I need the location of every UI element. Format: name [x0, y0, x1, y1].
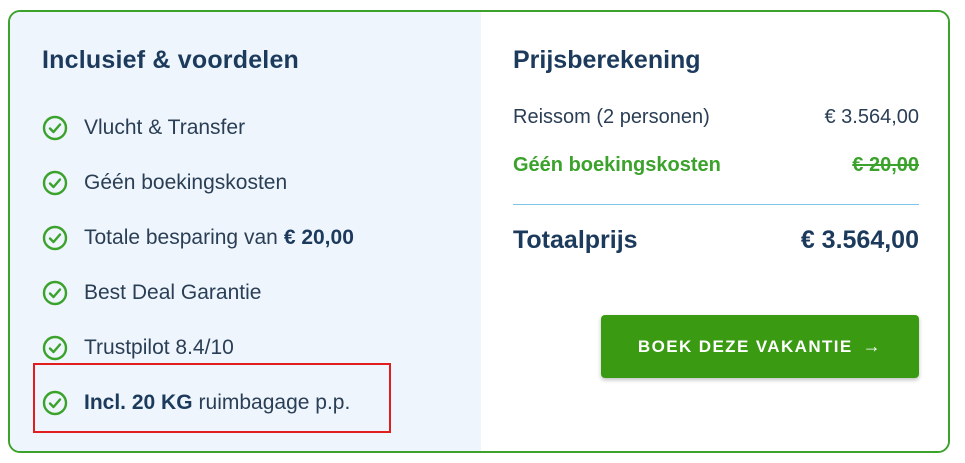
travel-sum-value: € 3.564,00 [824, 106, 919, 128]
check-circle-icon [42, 280, 68, 305]
arrow-right-icon: → [862, 336, 883, 356]
total-price-label: Totaalprijs [513, 226, 638, 254]
benefit-text: Géén boekingskosten [84, 170, 288, 194]
travel-sum-row: Reissom (2 personen) € 3.564,00 [513, 106, 919, 129]
savings-amount: € 20,00 [283, 225, 354, 249]
baggage-highlight-box [33, 363, 391, 433]
check-circle-icon [42, 115, 68, 140]
price-calculation-panel: Prijsberekening Reissom (2 personen) € 3… [481, 12, 948, 451]
price-summary-card: Inclusief & voordelen Vlucht & Transfer … [8, 10, 950, 453]
booking-fee-value: € 20,00 [852, 154, 919, 176]
book-vacation-button[interactable]: BOEK DEZE VAKANTIE → [601, 315, 919, 378]
check-circle-icon [42, 170, 68, 195]
benefit-text: Vlucht & Transfer [84, 115, 246, 139]
price-divider [513, 204, 919, 205]
total-price-value: € 3.564,00 [800, 226, 919, 254]
travel-sum-label: Reissom (2 personen) [513, 106, 710, 128]
price-calculation-title: Prijsberekening [513, 46, 701, 74]
booking-fee-label: Géén boekingskosten [513, 154, 721, 176]
benefit-text: Best Deal Garantie [84, 280, 262, 304]
total-price-row: Totaalprijs € 3.564,00 [513, 226, 919, 255]
check-circle-icon [42, 225, 68, 250]
booking-fee-row: Géén boekingskosten € 20,00 [513, 154, 919, 177]
inclusions-panel: Inclusief & voordelen Vlucht & Transfer … [10, 12, 481, 451]
benefit-item-best-deal: Best Deal Garantie [42, 265, 354, 320]
benefit-text: Trustpilot 8.4/10 [84, 335, 234, 359]
inclusions-title: Inclusief & voordelen [42, 46, 300, 74]
benefit-item-total-savings: Totale besparing van € 20,00 [42, 210, 354, 265]
benefit-item-no-booking-fees: Géén boekingskosten [42, 155, 354, 210]
benefit-text: Totale besparing van [84, 225, 278, 249]
check-circle-icon [42, 335, 68, 360]
book-button-label: BOEK DEZE VAKANTIE [637, 336, 853, 356]
benefit-item-flight-transfer: Vlucht & Transfer [42, 100, 354, 155]
